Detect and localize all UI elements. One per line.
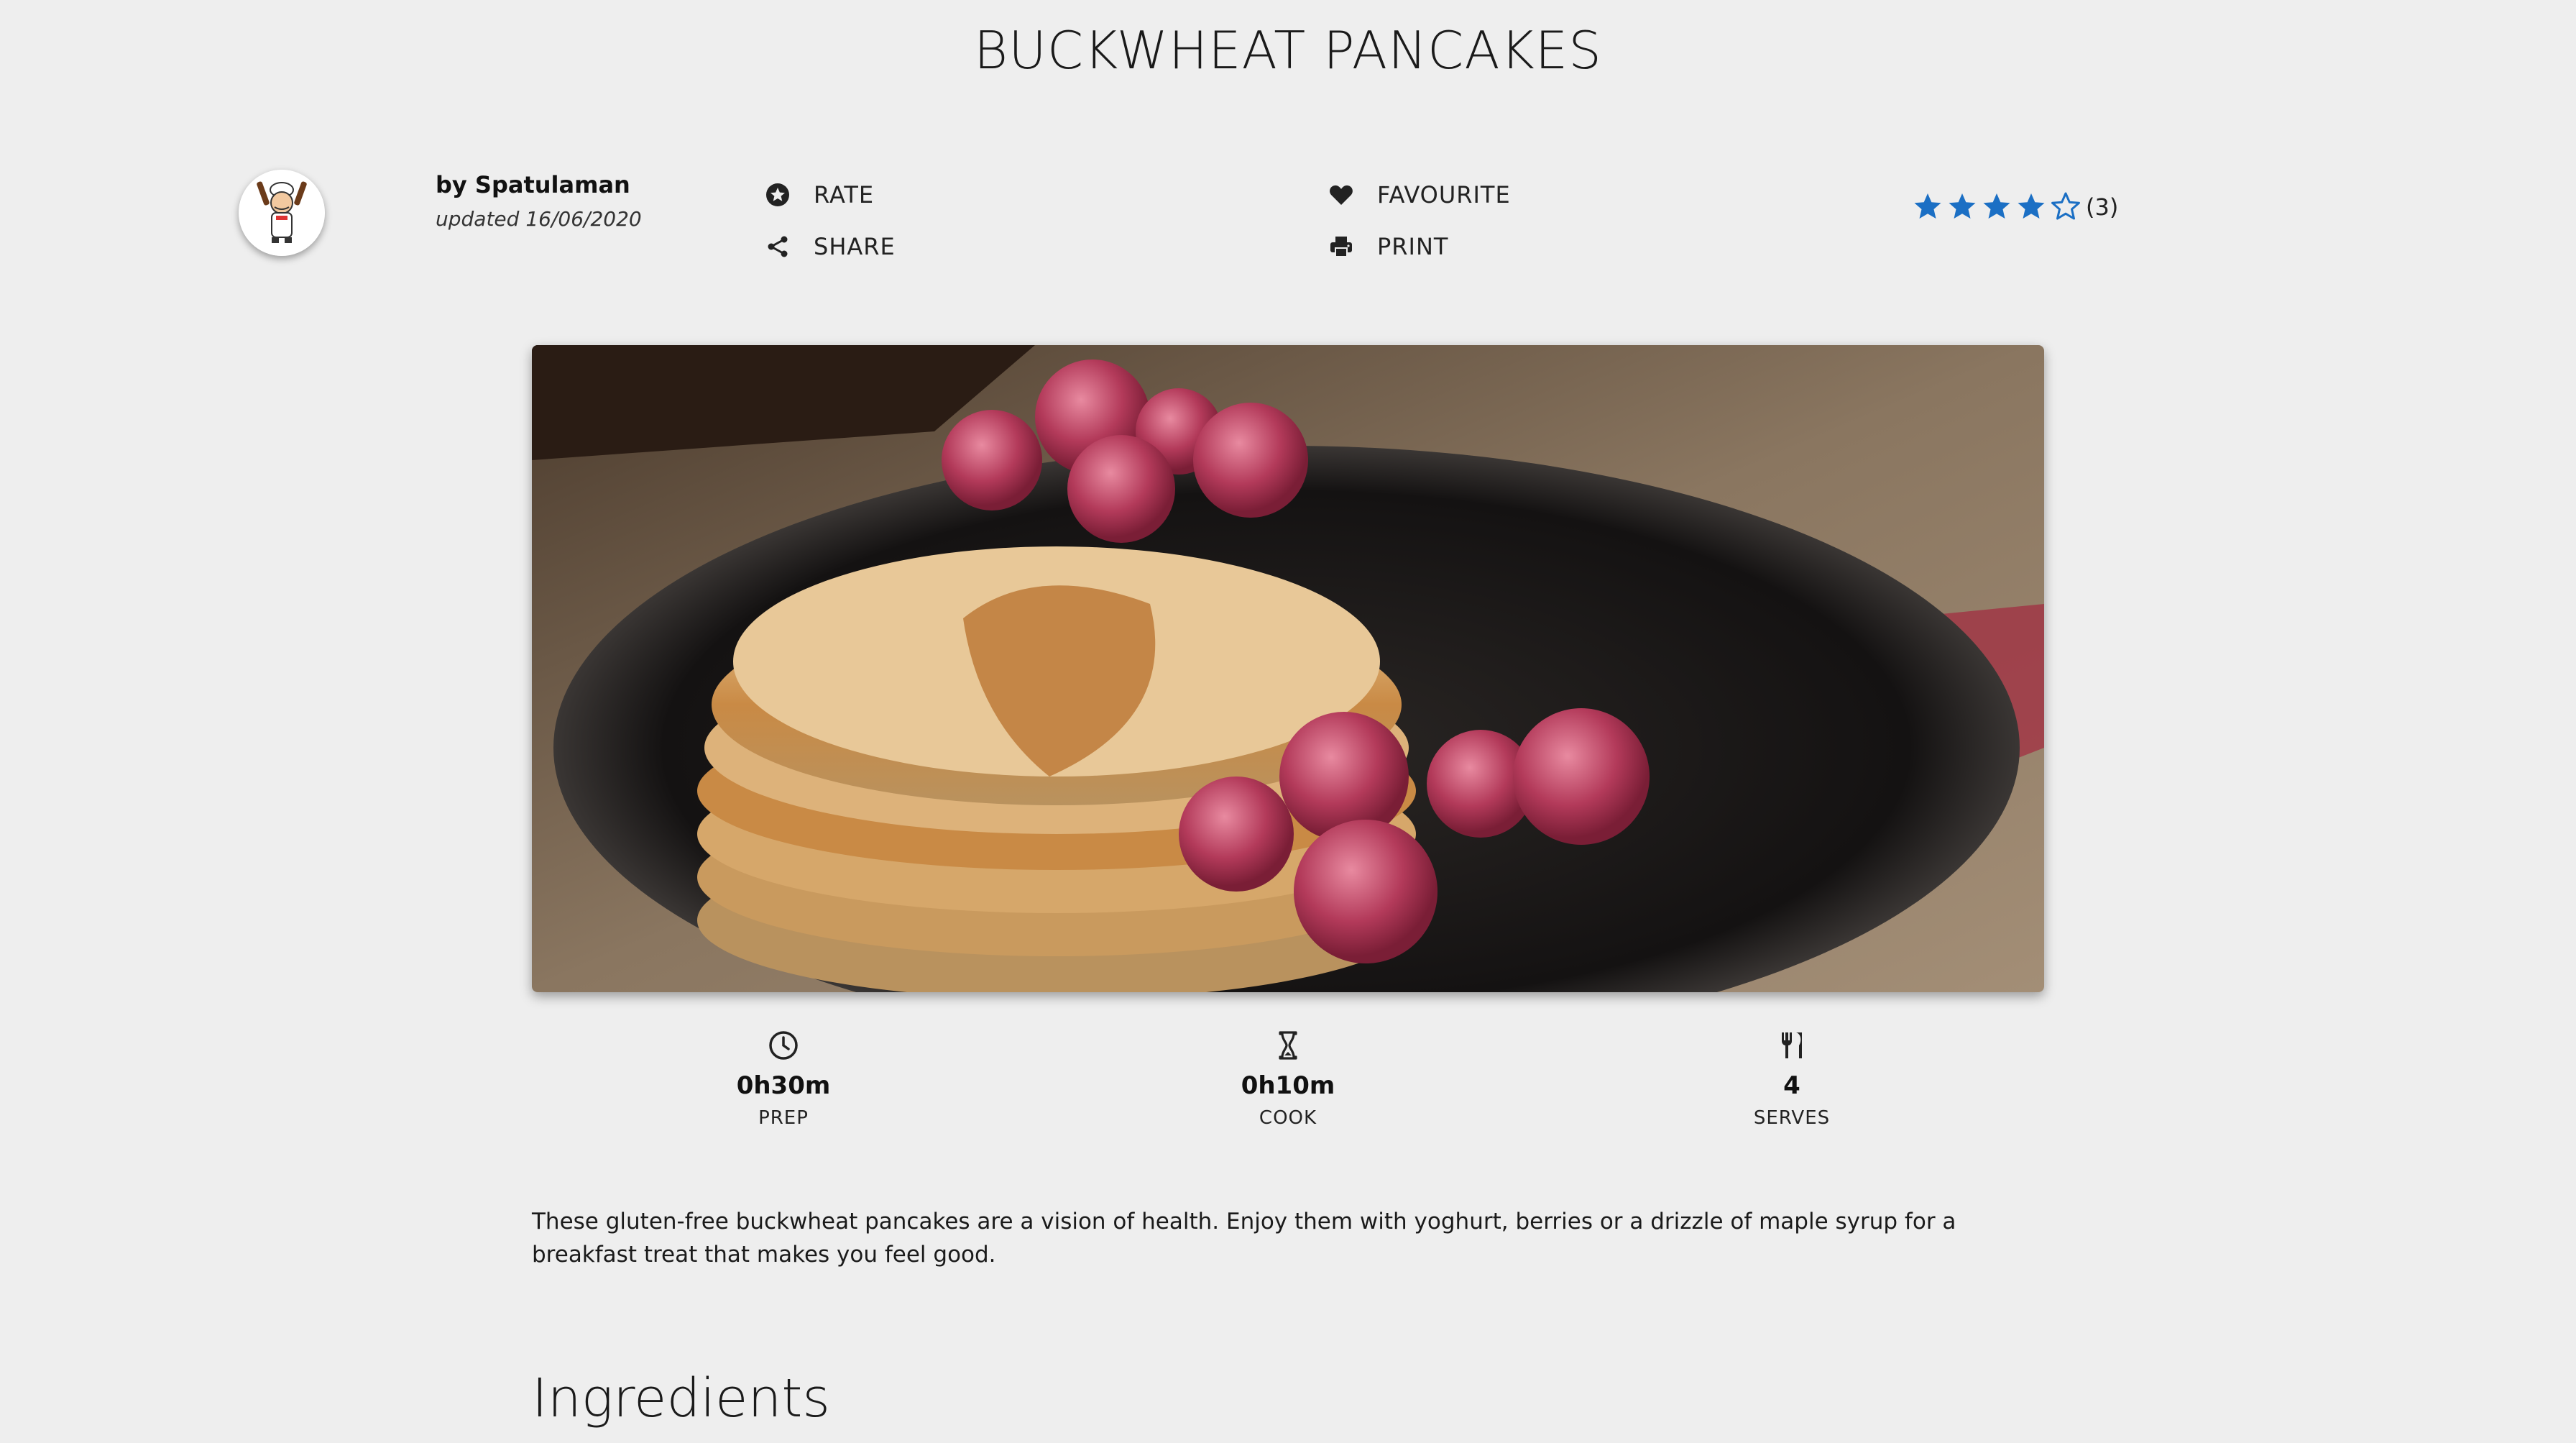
print-label: PRINT: [1377, 233, 1449, 260]
share-icon: [765, 234, 791, 260]
rate-label: RATE: [814, 181, 875, 209]
cutlery-icon: [1782, 1032, 1802, 1058]
prep-time-label: PREP: [758, 1107, 809, 1129]
star-filled-icon[interactable]: [1946, 191, 1978, 223]
star-circle-icon: [765, 182, 791, 208]
share-button[interactable]: SHARE: [765, 233, 896, 260]
heart-icon: [1328, 182, 1354, 208]
ingredients-heading: Ingredients: [532, 1368, 830, 1429]
clock-icon: [769, 1031, 798, 1060]
cook-time-value: 0h10m: [1241, 1071, 1335, 1100]
star-filled-icon[interactable]: [1912, 191, 1944, 223]
favourite-button[interactable]: FAVOURITE: [1328, 181, 1511, 209]
pancakes-photo: [532, 345, 2044, 992]
avatar[interactable]: [239, 170, 325, 256]
hourglass-icon: [1279, 1031, 1297, 1060]
prep-time: 0h30m PREP: [676, 1030, 891, 1129]
star-rating[interactable]: (3): [1912, 191, 2118, 223]
author-name[interactable]: by Spatulaman: [436, 171, 642, 198]
recipe-hero-image: [532, 345, 2044, 992]
recipe-page: BUCKWHEAT PANCAKES by Spatulaman updated…: [0, 0, 2576, 1443]
author-block: by Spatulaman updated 16/06/2020: [436, 171, 642, 231]
print-button[interactable]: PRINT: [1328, 233, 1448, 260]
star-empty-icon[interactable]: [2050, 191, 2082, 223]
page-title: BUCKWHEAT PANCAKES: [974, 20, 1602, 81]
recipe-description: These gluten-free buckwheat pancakes are…: [532, 1209, 1956, 1268]
share-label: SHARE: [814, 233, 896, 260]
printer-icon: [1328, 234, 1354, 260]
star-filled-icon[interactable]: [2015, 191, 2047, 223]
cook-time-label: COOK: [1259, 1107, 1317, 1129]
rating-stars: [1912, 191, 2084, 223]
updated-date: updated 16/06/2020: [436, 207, 642, 231]
chef-avatar-icon: [239, 170, 325, 256]
cook-time: 0h10m COOK: [1180, 1030, 1396, 1129]
rating-count: (3): [2086, 193, 2119, 221]
star-filled-icon[interactable]: [1981, 191, 2012, 223]
prep-time-value: 0h30m: [736, 1071, 831, 1100]
servings: 4 SERVES: [1684, 1030, 1900, 1129]
rate-button[interactable]: RATE: [765, 181, 874, 209]
servings-value: 4: [1783, 1071, 1800, 1100]
favourite-label: FAVOURITE: [1377, 181, 1511, 209]
servings-label: SERVES: [1753, 1107, 1831, 1129]
